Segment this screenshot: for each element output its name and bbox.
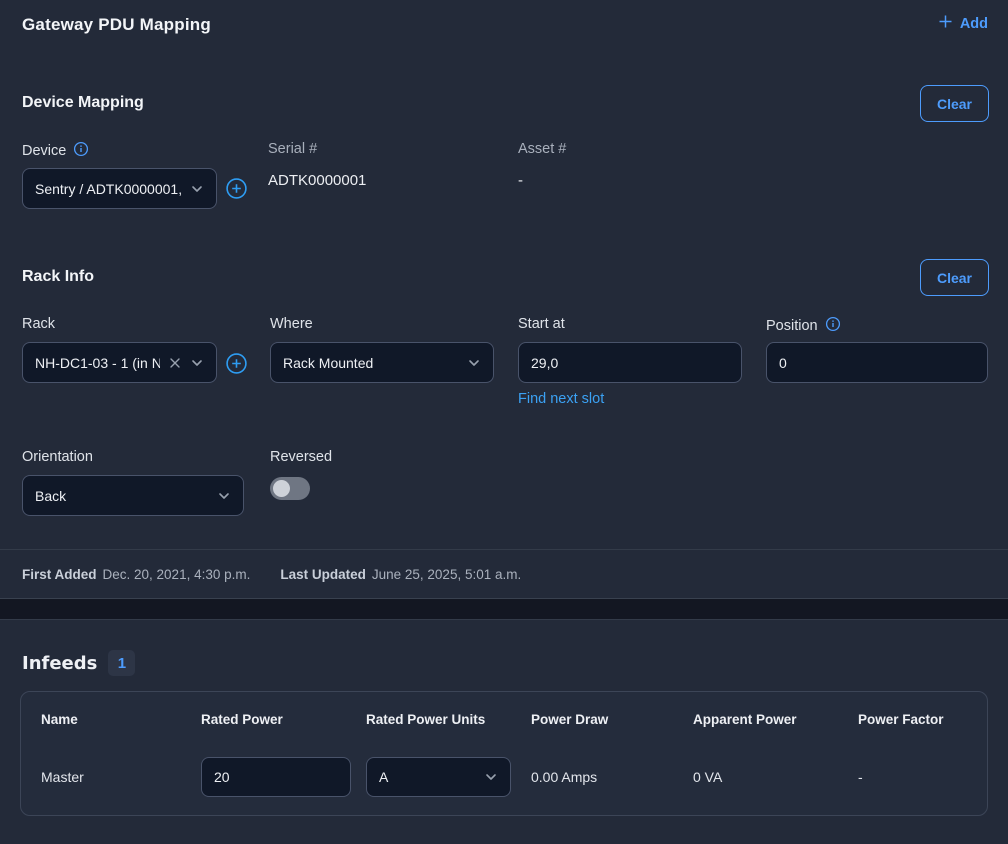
pdu-mapping-card: Gateway PDU Mapping Add Device Mapping C… — [0, 0, 1008, 599]
chevron-down-icon — [467, 356, 481, 370]
add-device-button[interactable] — [226, 178, 247, 202]
device-mapping-heading: Device Mapping — [22, 94, 144, 112]
plus-icon — [938, 14, 953, 33]
plus-circle-icon — [226, 178, 247, 202]
plus-circle-icon — [226, 353, 247, 377]
col-header-rated-power-units: Rated Power Units — [366, 712, 485, 727]
rack-info-heading: Rack Info — [22, 268, 94, 286]
infeed-name: Master — [41, 769, 84, 785]
clear-x-icon[interactable] — [168, 356, 182, 370]
device-select[interactable]: Sentry / ADTK0000001, — [22, 168, 217, 209]
info-icon[interactable] — [825, 316, 841, 336]
device-mapping-clear-button[interactable]: Clear — [920, 85, 989, 122]
rated-power-units-value: A — [379, 769, 476, 785]
reversed-label: Reversed — [270, 449, 332, 465]
last-updated: Last Updated June 25, 2025, 5:01 a.m. — [280, 567, 521, 582]
rack-select[interactable]: NH-DC1-03 - 1 (in NH — [22, 342, 217, 383]
orientation-select-value: Back — [35, 488, 209, 504]
orientation-label: Orientation — [22, 449, 93, 465]
position-label: Position — [766, 316, 841, 336]
infeeds-heading: Infeeds 1 — [22, 650, 135, 676]
infeeds-count-badge: 1 — [108, 650, 135, 676]
device-select-value: Sentry / ADTK0000001, — [35, 181, 182, 197]
infeeds-table: Name Rated Power Rated Power Units Power… — [20, 691, 988, 816]
device-label: Device — [22, 141, 89, 161]
where-select-value: Rack Mounted — [283, 355, 459, 371]
chevron-down-icon — [217, 489, 231, 503]
position-input[interactable] — [766, 342, 988, 383]
power-factor-value: - — [858, 769, 863, 785]
info-icon[interactable] — [73, 141, 89, 161]
asset-label: Asset # — [518, 141, 566, 157]
reversed-toggle[interactable] — [270, 477, 310, 500]
record-meta-bar: First Added Dec. 20, 2021, 4:30 p.m. Las… — [0, 549, 1008, 598]
first-added: First Added Dec. 20, 2021, 4:30 p.m. — [22, 567, 250, 582]
start-at-label: Start at — [518, 316, 565, 332]
add-button[interactable]: Add — [938, 14, 988, 33]
infeeds-card: Infeeds 1 Name Rated Power Rated Power U… — [0, 619, 1008, 844]
find-next-slot-link[interactable]: Find next slot — [518, 391, 604, 407]
chevron-down-icon — [484, 770, 498, 784]
rated-power-input[interactable] — [201, 757, 351, 797]
apparent-power-value: 0 VA — [693, 769, 722, 785]
rack-label: Rack — [22, 316, 55, 332]
power-draw-value: 0.00 Amps — [531, 769, 597, 785]
where-label: Where — [270, 316, 313, 332]
orientation-select[interactable]: Back — [22, 475, 244, 516]
add-button-label: Add — [960, 16, 988, 32]
col-header-name: Name — [41, 712, 78, 727]
col-header-power-draw: Power Draw — [531, 712, 608, 727]
rack-select-value: NH-DC1-03 - 1 (in NH — [35, 355, 160, 371]
chevron-down-icon — [190, 356, 204, 370]
page-title: Gateway PDU Mapping — [22, 15, 211, 35]
where-select[interactable]: Rack Mounted — [270, 342, 494, 383]
toggle-knob — [273, 480, 290, 497]
gateway-pdu-mapping-page: Gateway PDU Mapping Add Device Mapping C… — [0, 0, 1008, 844]
rated-power-units-select[interactable]: A — [366, 757, 511, 797]
serial-value: ADTK0000001 — [268, 172, 366, 189]
serial-label: Serial # — [268, 141, 317, 157]
chevron-down-icon — [190, 182, 204, 196]
col-header-rated-power: Rated Power — [201, 712, 283, 727]
add-rack-button[interactable] — [226, 353, 247, 377]
asset-value: - — [518, 172, 523, 189]
rack-info-clear-button[interactable]: Clear — [920, 259, 989, 296]
col-header-power-factor: Power Factor — [858, 712, 944, 727]
start-at-input[interactable] — [518, 342, 742, 383]
col-header-apparent-power: Apparent Power — [693, 712, 797, 727]
